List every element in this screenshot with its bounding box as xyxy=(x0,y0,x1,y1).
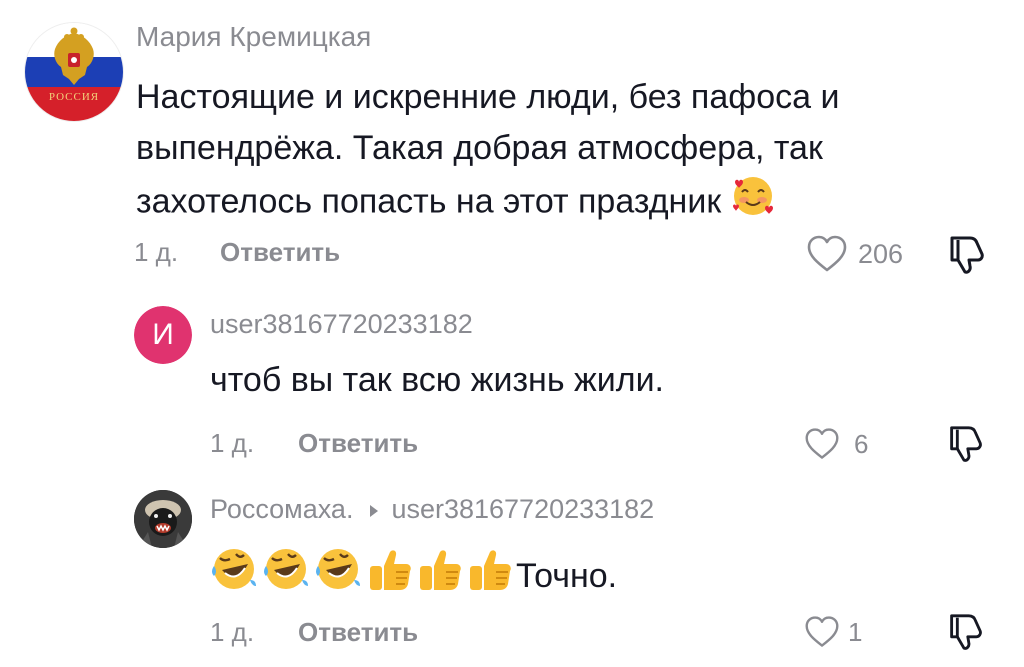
comment-2: И user38167720233182 чтоб вы так всю жиз… xyxy=(0,290,1024,480)
heart-outline-icon xyxy=(807,235,847,272)
comment-username-row: Россомаха. user38167720233182 xyxy=(210,494,654,525)
comment-username[interactable]: Мария Кремицкая xyxy=(136,21,371,53)
heart-outline-icon xyxy=(805,616,839,647)
thumbs-up-icon xyxy=(466,546,514,605)
comment-1: РОССИЯ Мария Кремицкая Настоящие и искре… xyxy=(0,0,1024,290)
like-count: 6 xyxy=(854,428,869,459)
russia-flag-icon xyxy=(25,23,123,121)
comment-text: чтоб вы так всю жизнь жили. xyxy=(210,361,665,399)
rolling-on-floor-laughing-icon xyxy=(314,546,362,605)
comment-username[interactable]: user38167720233182 xyxy=(210,309,473,340)
comment-username[interactable]: Россомаха. xyxy=(210,494,353,525)
dislike-button[interactable] xyxy=(944,234,986,281)
reply-button[interactable]: Ответить xyxy=(298,617,418,648)
like-button[interactable]: 1 xyxy=(804,610,862,654)
thumbs-down-icon xyxy=(950,236,984,274)
rolling-on-floor-laughing-icon xyxy=(262,546,310,605)
comment-text: Точно. xyxy=(210,546,617,605)
reply-to-username[interactable]: user38167720233182 xyxy=(391,494,654,525)
dislike-button[interactable] xyxy=(944,612,984,657)
comment-time: 1 д. xyxy=(210,428,255,458)
avatar-letter: И xyxy=(152,318,174,351)
thumbs-down-icon xyxy=(950,614,982,650)
avatar[interactable]: И xyxy=(134,306,192,364)
avatar-caption: РОССИЯ xyxy=(48,91,100,103)
like-count: 206 xyxy=(858,238,904,269)
comment-text-body: Точно. xyxy=(516,556,618,595)
comment-time: 1 д. xyxy=(210,617,255,647)
heart-outline-icon xyxy=(805,428,839,459)
comment-3: Россомаха. user38167720233182 Точно. 1 д… xyxy=(0,480,1024,667)
like-button[interactable]: 206 xyxy=(806,232,903,276)
reply-button[interactable]: Ответить xyxy=(220,237,340,268)
dislike-button[interactable] xyxy=(944,424,984,469)
avatar[interactable] xyxy=(134,490,192,548)
thumbs-down-icon xyxy=(950,426,982,462)
thumbs-up-icon xyxy=(366,546,414,605)
comment-text: Настоящие и искренние люди, без пафоса и… xyxy=(136,72,956,233)
like-button[interactable]: 6 xyxy=(804,422,868,466)
rolling-on-floor-laughing-icon xyxy=(210,546,258,605)
comment-time: 1 д. xyxy=(134,237,179,267)
avatar[interactable]: РОССИЯ xyxy=(24,22,124,122)
reply-button[interactable]: Ответить xyxy=(298,428,418,459)
reply-arrow-icon xyxy=(369,494,379,525)
thumbs-up-icon xyxy=(416,546,464,605)
like-count: 1 xyxy=(848,616,863,647)
smiling-face-with-hearts-icon xyxy=(731,174,775,233)
wolverine-avatar-icon xyxy=(134,490,192,548)
